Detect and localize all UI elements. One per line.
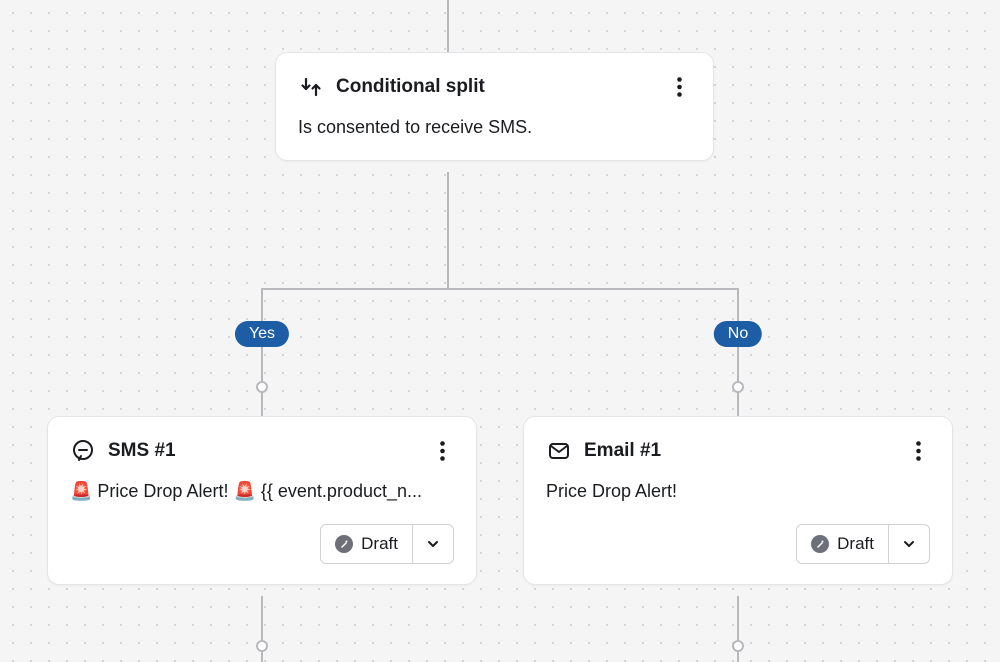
status-label: Draft <box>837 534 874 554</box>
flow-canvas[interactable]: Conditional split Is consented to receiv… <box>0 0 1000 662</box>
draft-status-icon <box>335 535 353 553</box>
card-title: Email #1 <box>584 440 894 462</box>
connector-line <box>737 288 739 416</box>
branch-label-no: No <box>714 321 762 347</box>
connector-line <box>261 596 263 662</box>
connector-line <box>447 0 449 52</box>
email-preview: Price Drop Alert! <box>546 479 930 504</box>
connector-node <box>256 381 268 393</box>
chevron-down-icon[interactable] <box>889 525 929 563</box>
status-dropdown[interactable]: Draft <box>796 524 930 564</box>
card-title: Conditional split <box>336 76 655 98</box>
card-menu-button[interactable] <box>667 73 691 101</box>
conditional-split-card[interactable]: Conditional split Is consented to receiv… <box>275 52 714 161</box>
card-menu-button[interactable] <box>906 437 930 465</box>
split-icon <box>298 74 324 100</box>
draft-status-icon <box>811 535 829 553</box>
split-description: Is consented to receive SMS. <box>298 115 691 140</box>
sms-preview: 🚨 Price Drop Alert! 🚨 {{ event.product_n… <box>70 479 454 504</box>
connector-line <box>261 288 263 416</box>
sms-icon <box>70 438 96 464</box>
chevron-down-icon[interactable] <box>413 525 453 563</box>
connector-line <box>262 288 738 290</box>
status-dropdown[interactable]: Draft <box>320 524 454 564</box>
card-title: SMS #1 <box>108 440 418 462</box>
connector-line <box>737 596 739 662</box>
connector-node <box>732 640 744 652</box>
email-card[interactable]: Email #1 Price Drop Alert! Draft <box>523 416 953 585</box>
branch-label-yes: Yes <box>235 321 289 347</box>
connector-line <box>447 172 449 289</box>
connector-node <box>732 381 744 393</box>
status-label: Draft <box>361 534 398 554</box>
sms-card[interactable]: SMS #1 🚨 Price Drop Alert! 🚨 {{ event.pr… <box>47 416 477 585</box>
card-menu-button[interactable] <box>430 437 454 465</box>
connector-node <box>256 640 268 652</box>
email-icon <box>546 438 572 464</box>
